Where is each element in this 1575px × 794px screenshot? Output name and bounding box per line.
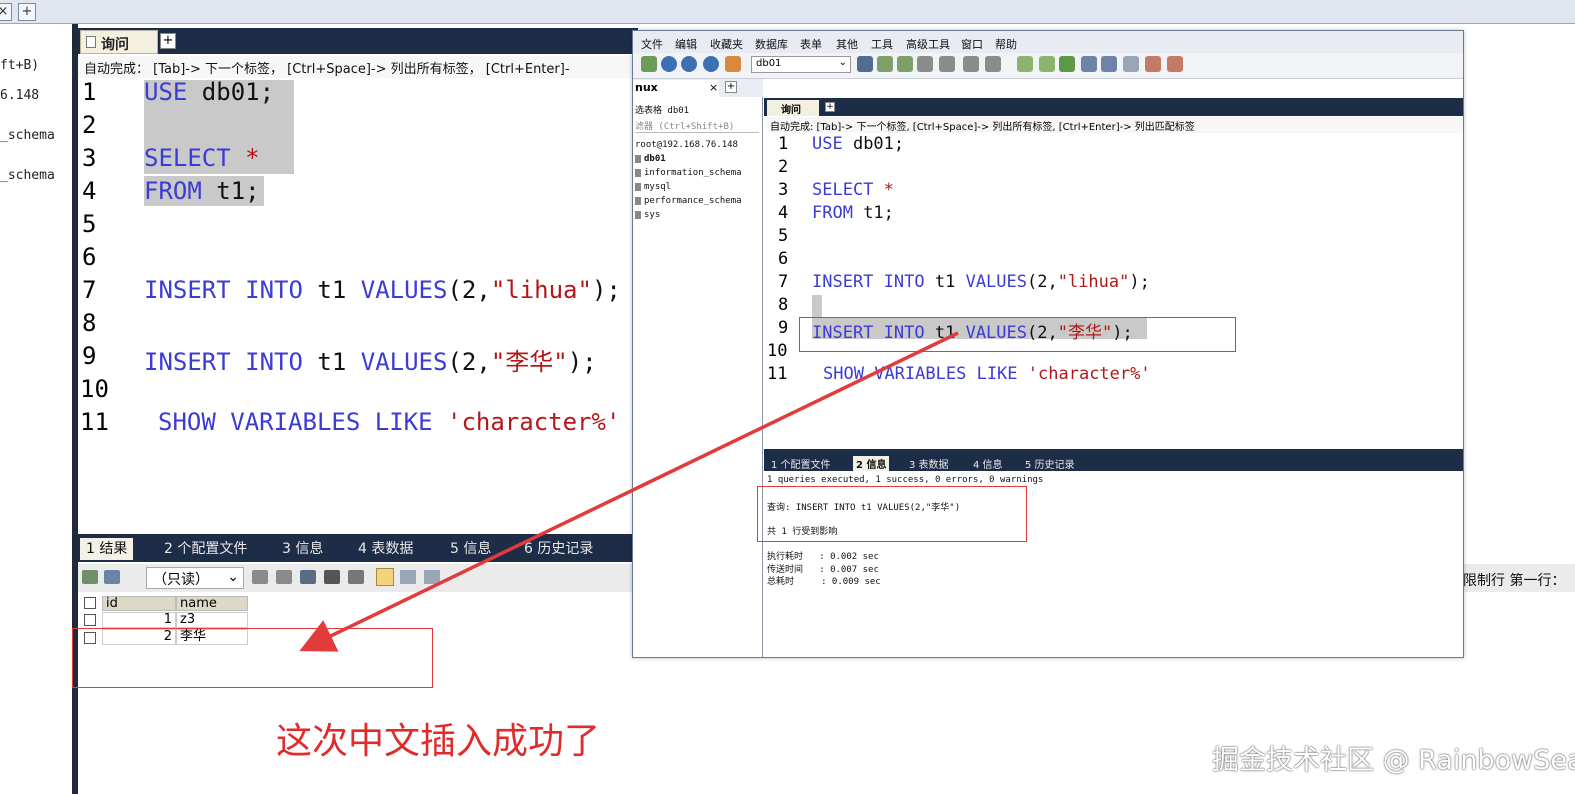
arrow-line <box>299 331 959 652</box>
annotation-arrow <box>299 331 959 652</box>
